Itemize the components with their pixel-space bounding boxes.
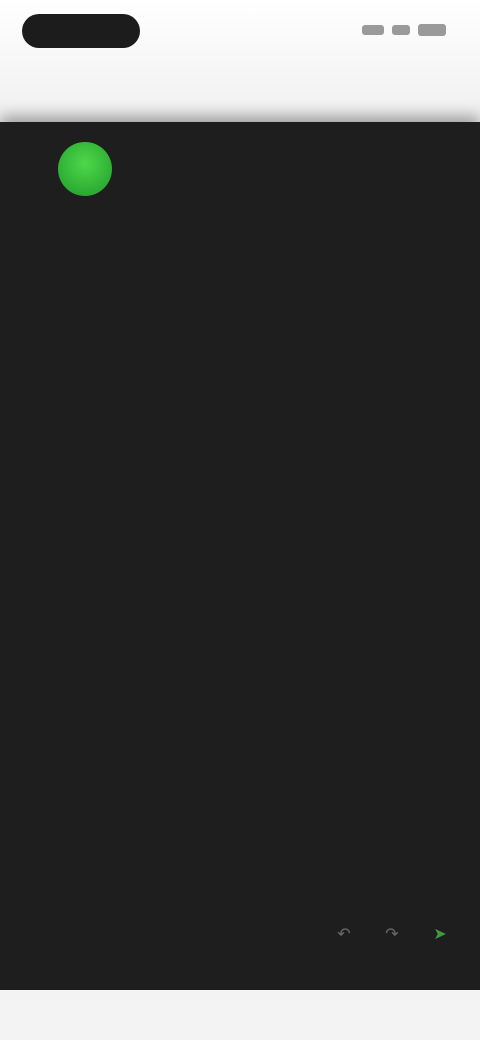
send-icon[interactable]: ➤ bbox=[428, 922, 452, 946]
avatar[interactable] bbox=[58, 142, 112, 196]
message-body bbox=[22, 206, 458, 236]
status-bar bbox=[0, 0, 480, 120]
reply-icon[interactable]: ↶ bbox=[332, 922, 356, 946]
reply-bubble[interactable] bbox=[392, 734, 420, 750]
status-icons bbox=[362, 24, 446, 36]
signal-icon bbox=[362, 25, 384, 35]
message-view: ↶ ↷ ➤ bbox=[0, 122, 480, 990]
action-row: ↶ ↷ ➤ bbox=[332, 922, 452, 946]
wifi-icon bbox=[392, 25, 410, 35]
sender-row[interactable] bbox=[58, 142, 126, 196]
home-bar bbox=[0, 990, 480, 1040]
quoted-message[interactable] bbox=[60, 628, 260, 688]
forward-icon[interactable]: ↷ bbox=[380, 922, 404, 946]
status-time-pill bbox=[22, 14, 140, 48]
battery-icon bbox=[418, 24, 446, 36]
